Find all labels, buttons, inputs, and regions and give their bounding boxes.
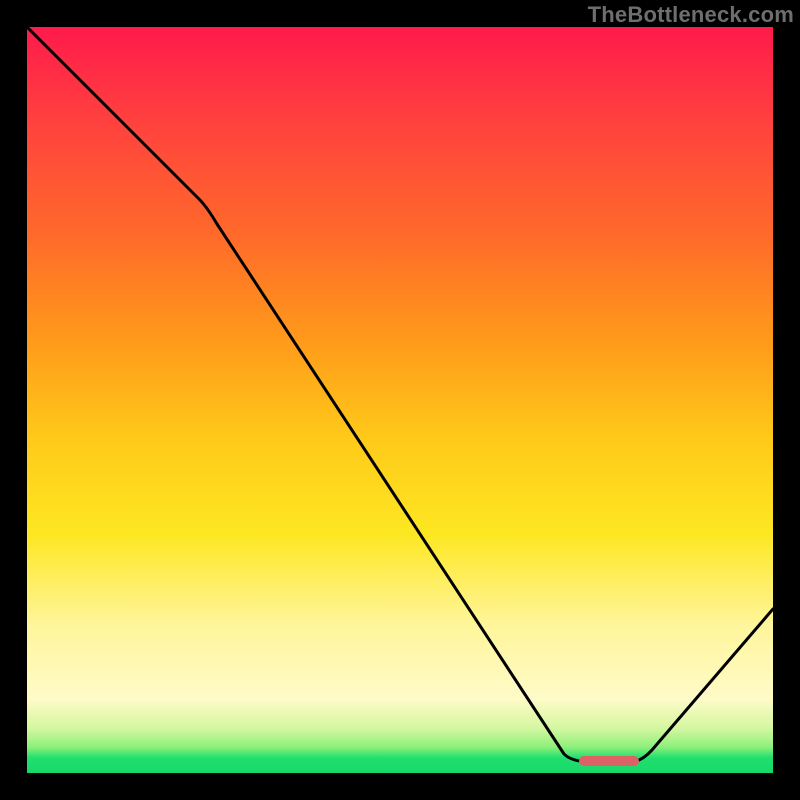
chart-frame: TheBottleneck.com [0, 0, 800, 800]
watermark-text: TheBottleneck.com [588, 2, 794, 28]
plot-area [27, 27, 773, 773]
curve-path [27, 27, 773, 762]
optimal-range-marker [579, 756, 639, 766]
bottleneck-curve [27, 27, 773, 773]
